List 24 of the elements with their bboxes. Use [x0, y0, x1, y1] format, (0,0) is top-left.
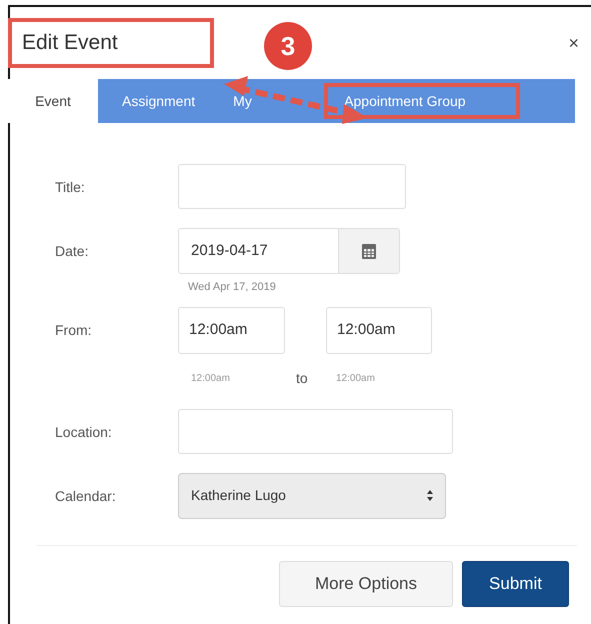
calendar-icon[interactable]: [362, 244, 376, 258]
date-field[interactable]: 2019-04-17: [178, 228, 400, 274]
title-field[interactable]: [178, 164, 406, 209]
field-label: From:: [55, 320, 93, 340]
more-options-button[interactable]: More Options: [279, 560, 453, 606]
dialog-title: Edit Event: [8, 18, 214, 68]
date-hint: Wed Apr 17, 2019: [187, 280, 277, 295]
date-value: 2019-04-17: [190, 240, 269, 261]
field-label: Date:: [55, 242, 90, 261]
separator-text: to: [296, 368, 309, 388]
select-value: Katherine Lugo: [191, 486, 286, 505]
caret-icon: [427, 490, 433, 501]
start-time-field[interactable]: 12:00am: [178, 306, 285, 354]
tab[interactable]: Event: [8, 79, 98, 123]
field-label: Title:: [55, 178, 86, 197]
field-label: Calendar:: [55, 486, 117, 506]
field-label: Location:: [55, 422, 113, 442]
end-time-hint: 12:00am: [336, 372, 375, 386]
submit-button[interactable]: Submit: [462, 560, 569, 606]
start-time-hint: 12:00am: [191, 372, 231, 386]
end-time-field[interactable]: 12:00am: [326, 306, 432, 354]
close-button[interactable]: ×: [568, 34, 579, 52]
calendar-select[interactable]: Katherine Lugo: [178, 472, 446, 518]
location-field[interactable]: [178, 408, 453, 454]
